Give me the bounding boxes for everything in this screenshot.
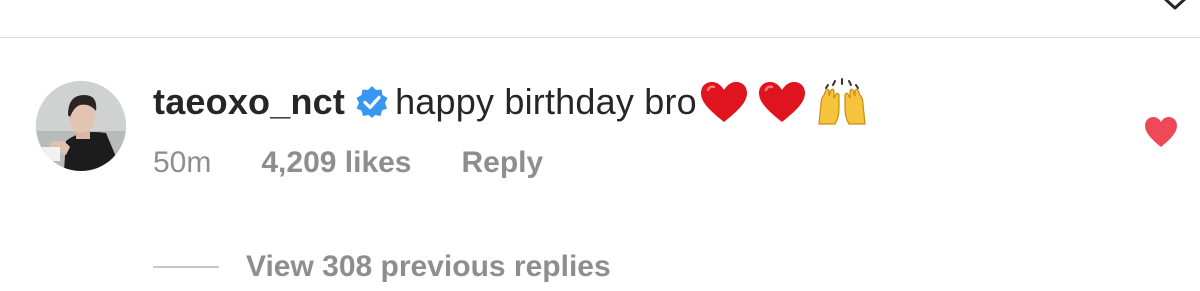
divider — [0, 37, 1200, 38]
chevron-down-icon[interactable] — [1162, 0, 1188, 14]
avatar[interactable] — [36, 81, 126, 171]
like-heart-icon[interactable] — [1143, 115, 1179, 149]
red-heart-emoji — [758, 82, 805, 122]
raising-hands-emoji — [818, 78, 866, 125]
username-link[interactable]: taeoxo_nct — [153, 78, 345, 126]
likes-count-link[interactable]: 4,209 likes — [261, 146, 411, 180]
view-previous-replies-label: View 308 previous replies — [246, 250, 611, 283]
comment-text: happy birthday bro — [395, 81, 697, 122]
comment-line: taeoxo_nct happy birthday bro — [153, 78, 869, 126]
red-heart-emoji — [700, 82, 747, 122]
reply-button[interactable]: Reply — [462, 146, 544, 180]
view-previous-replies-button[interactable]: View 308 previous replies — [153, 250, 611, 284]
comment-meta-row: 50m 4,209 likes Reply — [153, 146, 543, 180]
comment-timestamp: 50m — [153, 146, 212, 179]
replies-dash-divider — [153, 266, 219, 268]
verified-badge-icon — [356, 86, 388, 118]
